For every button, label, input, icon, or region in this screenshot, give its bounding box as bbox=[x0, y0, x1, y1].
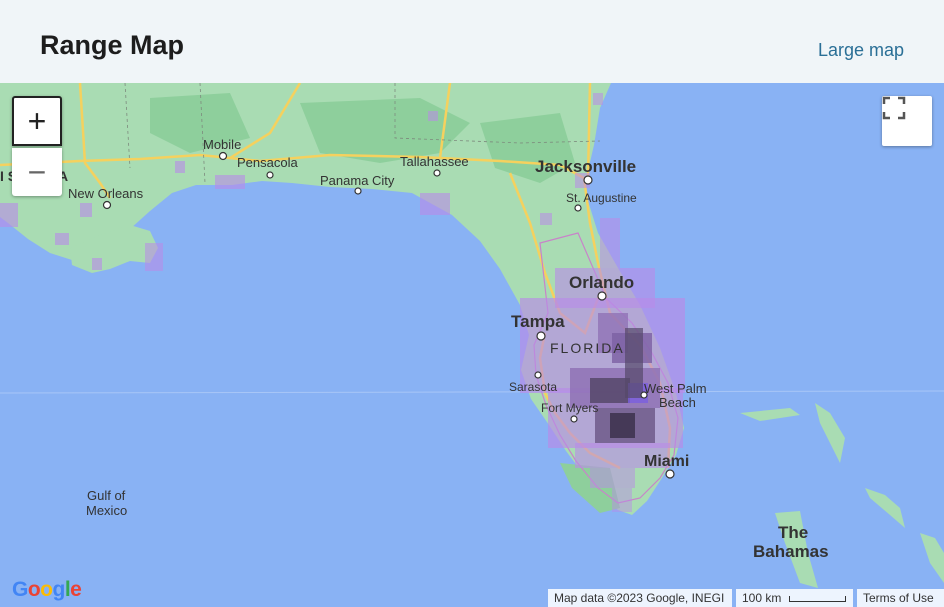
bahamas-island-1 bbox=[740, 408, 800, 421]
bahamas-island-3 bbox=[865, 488, 905, 528]
label-mobile: Mobile bbox=[203, 137, 241, 152]
terms-of-use-link[interactable]: Terms of Use bbox=[857, 589, 944, 607]
scale-ruler bbox=[788, 595, 846, 602]
label-orlando: Orlando bbox=[569, 273, 634, 292]
label-tallahassee: Tallahassee bbox=[400, 154, 469, 169]
label-beach: Beach bbox=[659, 395, 696, 410]
label-mexico: Mexico bbox=[86, 503, 127, 518]
google-logo-letter: g bbox=[52, 578, 66, 601]
google-logo-letter: o bbox=[40, 578, 53, 601]
bahamas-island-5 bbox=[920, 533, 944, 583]
map-base: Mobile Pensacola Tallahassee Jacksonvill… bbox=[0, 83, 944, 588]
gulf-boundary bbox=[0, 390, 944, 394]
bahamas-island-2 bbox=[815, 403, 845, 463]
page-title: Range Map bbox=[40, 30, 185, 60]
range-map-header: Range Map Large map bbox=[0, 0, 944, 83]
minus-icon: − bbox=[27, 154, 47, 190]
label-tampa: Tampa bbox=[511, 312, 565, 331]
fullscreen-icon bbox=[882, 96, 906, 120]
label-fort-myers: Fort Myers bbox=[541, 401, 598, 415]
label-the: The bbox=[778, 523, 808, 542]
label-new-orleans: New Orleans bbox=[68, 186, 144, 201]
label-jacksonville: Jacksonville bbox=[535, 157, 636, 176]
scale-label: 100 km bbox=[742, 591, 782, 605]
large-map-link[interactable]: Large map bbox=[818, 40, 904, 61]
fullscreen-button[interactable] bbox=[882, 96, 932, 146]
plus-icon: + bbox=[27, 103, 47, 139]
label-bahamas: Bahamas bbox=[753, 542, 829, 561]
google-logo: Google bbox=[12, 578, 82, 602]
label-st-augustine: St. Augustine bbox=[566, 191, 637, 205]
label-pensacola: Pensacola bbox=[237, 155, 298, 170]
zoom-out-button[interactable]: − bbox=[12, 148, 62, 196]
label-florida: FLORIDA bbox=[550, 340, 625, 356]
google-logo-letter: o bbox=[27, 578, 41, 601]
label-panama-city: Panama City bbox=[320, 173, 395, 188]
map-data-attribution: Map data ©2023 Google, INEGI bbox=[548, 589, 732, 607]
label-west-palm: West Palm bbox=[644, 381, 707, 396]
label-gulf-of: Gulf of bbox=[87, 488, 126, 503]
map-canvas[interactable]: Mobile Pensacola Tallahassee Jacksonvill… bbox=[0, 83, 944, 607]
zoom-in-button[interactable]: + bbox=[12, 96, 62, 146]
label-sarasota: Sarasota bbox=[509, 380, 557, 394]
scale-bar[interactable]: 100 km bbox=[736, 589, 853, 607]
google-logo-letter: G bbox=[12, 578, 28, 601]
google-logo-letter: e bbox=[70, 578, 82, 601]
label-miami: Miami bbox=[644, 453, 689, 470]
